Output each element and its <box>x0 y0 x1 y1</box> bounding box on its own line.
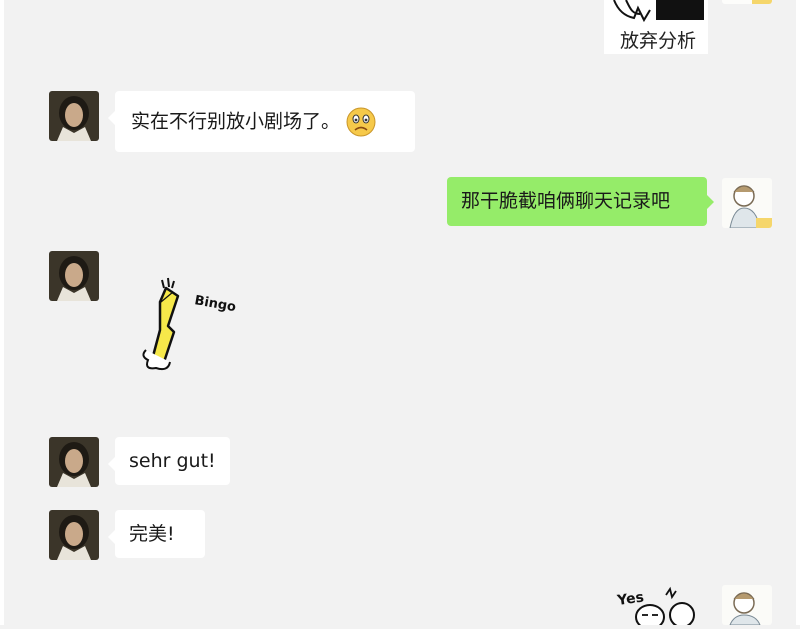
my-avatar[interactable] <box>722 585 772 625</box>
bingo-finger-sticker[interactable]: Bingo <box>138 276 248 376</box>
contact-avatar[interactable] <box>49 91 99 141</box>
message-text: 那干脆截咱俩聊天记录吧 <box>461 190 671 212</box>
my-avatar[interactable] <box>722 178 772 228</box>
bingo-text: Bingo <box>193 293 237 315</box>
left-edge <box>0 0 4 625</box>
right-edge <box>796 0 800 625</box>
top-sticker-caption: 放弃分析 <box>620 30 697 52</box>
message-bubble-received[interactable]: sehr gut! <box>108 437 230 485</box>
contact-avatar[interactable] <box>49 510 99 560</box>
message-text: sehr gut! <box>129 450 216 472</box>
contact-avatar[interactable] <box>49 251 99 301</box>
message-bubble-received[interactable]: 完美! <box>108 510 205 558</box>
yes-sticker[interactable]: Yes <box>612 585 708 629</box>
message-bubble-received[interactable]: 实在不行别放小剧场了。 <box>108 91 415 152</box>
message-bubble-sent[interactable]: 那干脆截咱俩聊天记录吧 <box>447 177 714 226</box>
contact-avatar[interactable] <box>49 437 99 487</box>
my-avatar[interactable] <box>722 0 772 4</box>
message-text: 完美! <box>129 523 175 545</box>
yes-text: Yes <box>615 589 645 609</box>
message-text: 实在不行别放小剧场了。 <box>131 110 341 133</box>
frowning-face-icon <box>346 107 376 137</box>
